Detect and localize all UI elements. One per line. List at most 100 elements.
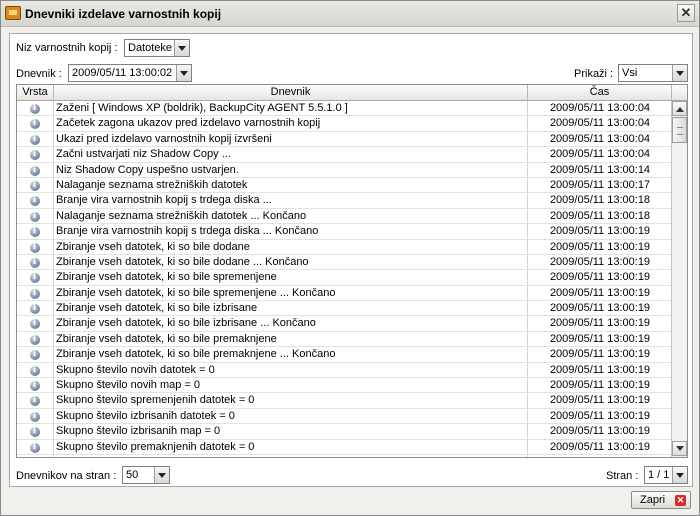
column-header-log[interactable]: Dnevnik	[54, 85, 528, 101]
table-row[interactable]: Skupno število premaknjenih datotek = 0 2…	[17, 440, 671, 455]
table-row[interactable]: Zbiranje vseh datotek, ki so bile dodane…	[17, 255, 671, 271]
log-time: 2009/05/11 13:00:19	[549, 240, 651, 253]
info-icon	[30, 225, 40, 238]
table-row[interactable]: Skupno število izbrisanih datotek = 0 200…	[17, 409, 671, 425]
info-icon	[30, 241, 40, 253]
table-row[interactable]: Zbiranje vseh datotek, ki so bile izbris…	[17, 301, 671, 317]
log-message: Skupno število izbrisanih datotek = 0	[56, 409, 235, 422]
log-message: Zbiranje vseh datotek, ki so bile spreme…	[56, 271, 277, 284]
info-icon	[30, 333, 40, 345]
table-row[interactable]: Zbiranje vseh datotek, ki so bile dodane…	[17, 240, 671, 255]
log-message: Zaženi [ Windows XP (boldrik), BackupCit…	[56, 102, 348, 114]
info-icon	[30, 210, 40, 222]
table-row[interactable]: Zbiranje vseh datotek, ki so bile premak…	[17, 332, 671, 348]
log-time: 2009/05/11 13:00:19	[549, 409, 651, 422]
title-bar: Dnevniki izdelave varnostnih kopij ✕	[1, 1, 699, 27]
table-row[interactable]: Skupno število izbrisanih map = 0 2009/05…	[17, 424, 671, 440]
info-icon	[30, 379, 40, 392]
show-value: Vsi	[622, 67, 638, 79]
close-button[interactable]: Zapri ✕	[631, 491, 691, 509]
table-row[interactable]: Niz Shadow Copy uspešno ustvarjen. 2009/0…	[17, 163, 671, 178]
log-time: 2009/05/11 13:00:14	[549, 163, 651, 176]
scroll-thumb[interactable]	[672, 117, 687, 143]
table-row[interactable]: Skupno število spremenjenih datotek = 0 2…	[17, 393, 671, 409]
table-row[interactable]: Ukazi pred izdelavo varnostnih kopij izv…	[17, 132, 671, 148]
log-message: Niz Shadow Copy uspešno ustvarjen.	[56, 163, 239, 176]
close-window-icon[interactable]: ✕	[677, 4, 695, 22]
show-dropdown[interactable]: Vsi	[618, 64, 688, 82]
page-dropdown[interactable]: 1 / 1	[644, 466, 688, 484]
info-icon	[30, 302, 40, 315]
chevron-down-icon[interactable]	[174, 40, 189, 56]
log-message: Skupno število ocvežnih datotečnih pravi…	[56, 456, 279, 457]
log-message: Skupno število izbrisanih map = 0	[56, 425, 221, 438]
table-row[interactable]: Začetek zagona ukazov pred izdelavo varn…	[17, 116, 671, 132]
info-icon	[30, 317, 40, 330]
chevron-down-icon[interactable]	[672, 467, 687, 483]
per-page-label: Dnevnikov na stran :	[16, 470, 117, 482]
chevron-down-icon[interactable]	[176, 65, 191, 81]
log-message: Zbiranje vseh datotek, ki so bile izbris…	[56, 317, 316, 330]
table-row[interactable]: Skupno število ocvežnih datotečnih pravi…	[17, 455, 672, 457]
log-time: 2009/05/11 13:00:04	[549, 117, 651, 130]
log-label: Dnevnik :	[16, 68, 62, 80]
app-icon	[5, 6, 21, 20]
table-row[interactable]: Zbiranje vseh datotek, ki so bile spreme…	[17, 286, 671, 302]
log-message: Branje vira varnostnih kopij s trdega di…	[56, 225, 319, 238]
info-icon	[30, 287, 40, 299]
info-icon	[30, 179, 40, 191]
log-message: Skupno število novih datotek = 0	[56, 363, 215, 376]
log-message: Zbiranje vseh datotek, ki so bile spreme…	[56, 286, 336, 299]
info-icon	[30, 441, 40, 453]
log-time: 2009/05/11 13:00:19	[549, 394, 651, 407]
log-time: 2009/05/11 13:00:18	[549, 209, 651, 222]
log-time: 2009/05/11 13:00:18	[549, 194, 651, 207]
table-row[interactable]: Branje vira varnostnih kopij s trdega di…	[17, 193, 671, 209]
log-message: Skupno število premaknjenih datotek = 0	[56, 440, 255, 453]
log-time: 2009/05/11 13:00:19	[528, 456, 672, 457]
content-panel: Niz varnostnih kopij : Datoteke Dnevnik …	[9, 33, 693, 487]
window-title: Dnevniki izdelave varnostnih kopij	[25, 7, 222, 21]
table-row[interactable]: Nalaganje seznama strežniških datotek 200…	[17, 178, 671, 194]
log-message: Začetek zagona ukazov pred izdelavo varn…	[56, 117, 321, 130]
info-icon	[30, 102, 40, 114]
info-icon	[30, 164, 40, 176]
column-header-time[interactable]: Čas	[528, 85, 672, 101]
log-time: 2009/05/11 13:00:19	[549, 225, 651, 238]
table-row[interactable]: Zbiranje vseh datotek, ki so bile spreme…	[17, 270, 671, 286]
table-row[interactable]: Nalaganje seznama strežniških datotek ..…	[17, 209, 671, 225]
vertical-scrollbar[interactable]	[671, 101, 687, 457]
scroll-up-icon[interactable]	[672, 101, 687, 116]
info-icon	[30, 394, 40, 407]
info-icon	[30, 148, 40, 161]
table-row[interactable]: Začni ustvarjati niz Shadow Copy ... 2009…	[17, 147, 671, 163]
table-row[interactable]: Skupno število novih map = 0 2009/05/11 1…	[17, 378, 671, 394]
scroll-down-icon[interactable]	[672, 441, 687, 456]
backup-set-dropdown[interactable]: Datoteke	[124, 39, 190, 57]
log-time: 2009/05/11 13:00:19	[549, 255, 651, 268]
log-time: 2009/05/11 13:00:04	[549, 132, 651, 145]
column-header-type[interactable]: Vrsta	[17, 85, 54, 101]
table-body: Zaženi [ Windows XP (boldrik), BackupCit…	[17, 101, 672, 457]
info-icon	[30, 364, 40, 376]
chevron-down-icon[interactable]	[154, 467, 169, 483]
log-window: Dnevniki izdelave varnostnih kopij ✕ Niz…	[0, 0, 700, 516]
table-header: Vrsta Dnevnik Čas	[17, 85, 687, 101]
log-dropdown[interactable]: 2009/05/11 13:00:02	[68, 64, 192, 82]
close-button-label: Zapri	[640, 494, 666, 506]
log-message: Začni ustvarjati niz Shadow Copy ...	[56, 148, 231, 161]
table-row[interactable]: Zaženi [ Windows XP (boldrik), BackupCit…	[17, 101, 671, 117]
log-message: Zbiranje vseh datotek, ki so bile premak…	[56, 332, 277, 345]
table-row[interactable]: Skupno število novih datotek = 0 2009/05/…	[17, 363, 671, 379]
per-page-dropdown[interactable]: 50	[122, 466, 170, 484]
log-message: Skupno število novih map = 0	[56, 379, 201, 392]
table-row[interactable]: Zbiranje vseh datotek, ki so bile premak…	[17, 347, 671, 363]
chevron-down-icon[interactable]	[672, 65, 687, 81]
table-row[interactable]: Zbiranje vseh datotek, ki so bile izbris…	[17, 316, 671, 332]
log-message: Skupno število spremenjenih datotek = 0	[56, 394, 255, 407]
info-icon	[30, 256, 40, 268]
log-message: Nalaganje seznama strežniških datotek ..…	[56, 209, 307, 222]
show-label: Prikaži :	[574, 68, 614, 80]
info-icon	[30, 410, 40, 422]
table-row[interactable]: Branje vira varnostnih kopij s trdega di…	[17, 224, 671, 240]
